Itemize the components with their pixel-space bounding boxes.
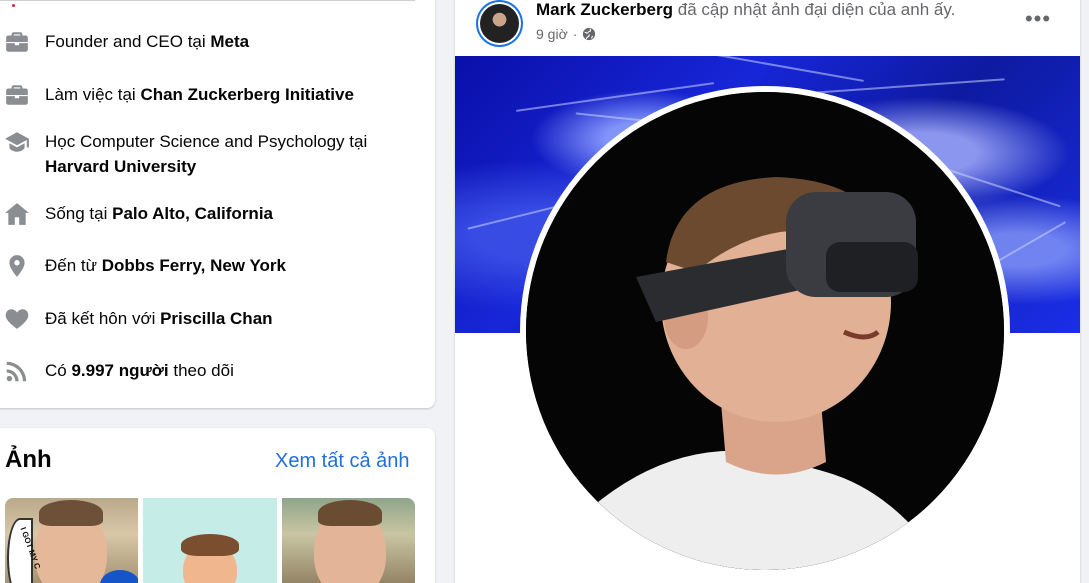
divider [0, 0, 415, 1]
badge-shape: I GOT MY C [7, 518, 42, 583]
hair-shape [39, 500, 103, 526]
post-header: Mark Zuckerberg đã cập nhật ảnh đại diện… [536, 0, 955, 20]
photo-thumbnail-3[interactable] [282, 498, 415, 583]
intro-item-education: Học Computer Science and Psychology tại … [0, 129, 405, 179]
see-all-photos-link[interactable]: Xem tất cả ảnh [275, 450, 410, 473]
heart-icon [0, 306, 36, 331]
intro-item-work-meta: Founder and CEO tại Meta [0, 29, 405, 54]
briefcase-icon [0, 82, 36, 107]
intro-item-from: Đến từ Dobbs Ferry, New York [0, 253, 405, 278]
intro-item-followers: Có 9.997 người theo dõi [0, 358, 405, 383]
notification-dot [12, 4, 15, 7]
light-streak [706, 56, 864, 82]
intro-link-czi[interactable]: Chan Zuckerberg Initiative [140, 85, 354, 104]
photos-title: Ảnh [5, 446, 52, 473]
intro-link-dobbs-ferry[interactable]: Dobbs Ferry, New York [102, 256, 286, 275]
hair-shape [318, 500, 382, 526]
intro-link-followers[interactable]: 9.997 người [71, 361, 168, 380]
photo-thumbnail-1[interactable]: I GOT MY C [5, 498, 138, 583]
home-icon [0, 201, 36, 226]
avatar-hair-shape [181, 534, 239, 556]
person-vr-headset-illustration [526, 92, 1004, 570]
post-timestamp[interactable]: 9 giờ [536, 26, 568, 42]
post-action-text: đã cập nhật ảnh đại diện của anh ấy. [677, 0, 956, 19]
post-author-name[interactable]: Mark Zuckerberg [536, 0, 673, 19]
photo-thumbnail-2[interactable] [143, 498, 277, 583]
briefcase-icon [0, 29, 36, 54]
location-pin-icon [0, 253, 36, 278]
rss-feed-icon [0, 358, 36, 383]
intro-link-palo-alto[interactable]: Palo Alto, California [112, 204, 273, 223]
intro-item-relationship: Đã kết hôn với Priscilla Chan [0, 306, 405, 331]
post-author-avatar[interactable] [476, 0, 523, 47]
intro-link-priscilla[interactable]: Priscilla Chan [160, 309, 272, 328]
post-more-options-button[interactable]: ••• [1024, 5, 1052, 33]
intro-link-meta[interactable]: Meta [210, 32, 249, 51]
profile-picture[interactable] [526, 92, 1004, 570]
globe-icon[interactable] [582, 27, 596, 41]
graduation-cap-icon [0, 129, 36, 154]
post-meta: 9 giờ · [536, 26, 596, 42]
intro-item-work-czi: Làm việc tại Chan Zuckerberg Initiative [0, 82, 405, 107]
avatar-image [480, 4, 519, 43]
intro-link-harvard[interactable]: Harvard University [45, 157, 196, 176]
blue-shirt-shape [100, 570, 138, 583]
intro-item-lives: Sống tại Palo Alto, California [0, 201, 405, 226]
